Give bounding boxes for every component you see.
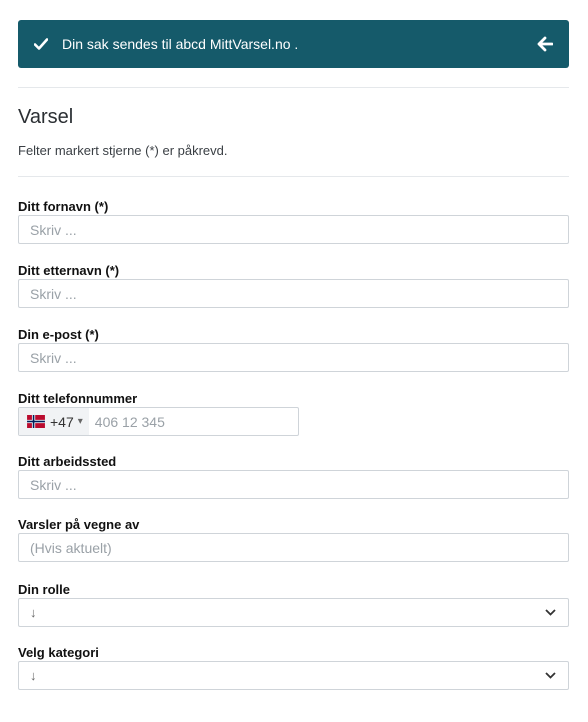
- role-field: Din rolle ↓: [18, 581, 569, 627]
- email-field: Din e-post (*) Skriv ...: [18, 326, 569, 372]
- checkmark-icon: [34, 36, 50, 52]
- chevron-down-icon: [545, 607, 557, 619]
- on-behalf-input[interactable]: (Hvis aktuelt): [18, 533, 569, 562]
- on-behalf-placeholder: (Hvis aktuelt): [30, 539, 112, 556]
- last-name-label: Ditt etternavn (*): [18, 263, 120, 278]
- caret-down-icon: ▾: [77, 416, 83, 427]
- phone-label: Ditt telefonnummer: [18, 391, 138, 406]
- email-label: Din e-post (*): [18, 327, 99, 342]
- on-behalf-field: Varsler på vegne av (Hvis aktuelt): [18, 516, 569, 562]
- category-select[interactable]: ↓: [18, 661, 569, 690]
- role-select[interactable]: ↓: [18, 598, 569, 627]
- on-behalf-label: Varsler på vegne av: [18, 517, 140, 532]
- divider: [18, 176, 569, 177]
- last-name-placeholder: Skriv ...: [30, 285, 77, 302]
- workplace-label: Ditt arbeidssted: [18, 454, 117, 469]
- workplace-input[interactable]: Skriv ...: [18, 470, 569, 499]
- first-name-label: Ditt fornavn (*): [18, 199, 109, 214]
- email-input[interactable]: Skriv ...: [18, 343, 569, 372]
- category-value: ↓: [30, 668, 37, 683]
- chevron-down-icon: [545, 670, 557, 682]
- first-name-placeholder: Skriv ...: [30, 221, 77, 238]
- first-name-field: Ditt fornavn (*) Skriv ...: [18, 198, 569, 244]
- phone-field: Ditt telefonnummer +47 ▾ 406 12 345: [18, 390, 569, 436]
- category-label: Velg kategori: [18, 645, 99, 660]
- category-field: Velg kategori ↓: [18, 644, 569, 690]
- banner-message: Din sak sendes til abcd MittVarsel.no .: [62, 36, 299, 52]
- divider: [18, 87, 569, 88]
- phone-input[interactable]: +47 ▾ 406 12 345: [18, 407, 299, 436]
- last-name-field: Ditt etternavn (*) Skriv ...: [18, 262, 569, 308]
- notification-banner: Din sak sendes til abcd MittVarsel.no .: [18, 20, 569, 68]
- email-placeholder: Skriv ...: [30, 349, 77, 366]
- arrow-left-icon[interactable]: [537, 35, 555, 53]
- last-name-input[interactable]: Skriv ...: [18, 279, 569, 308]
- page-title: Varsel: [18, 106, 74, 128]
- norway-flag-icon: [27, 415, 45, 428]
- workplace-field: Ditt arbeidssted Skriv ...: [18, 453, 569, 499]
- role-label: Din rolle: [18, 582, 71, 597]
- phone-placeholder: 406 12 345: [94, 413, 165, 430]
- workplace-placeholder: Skriv ...: [30, 476, 77, 493]
- country-selector[interactable]: +47 ▾: [19, 408, 89, 435]
- first-name-input[interactable]: Skriv ...: [18, 215, 569, 244]
- role-value: ↓: [30, 605, 37, 620]
- country-code: +47: [50, 413, 74, 430]
- required-note: Felter markert stjerne (*) er påkrevd.: [18, 143, 228, 158]
